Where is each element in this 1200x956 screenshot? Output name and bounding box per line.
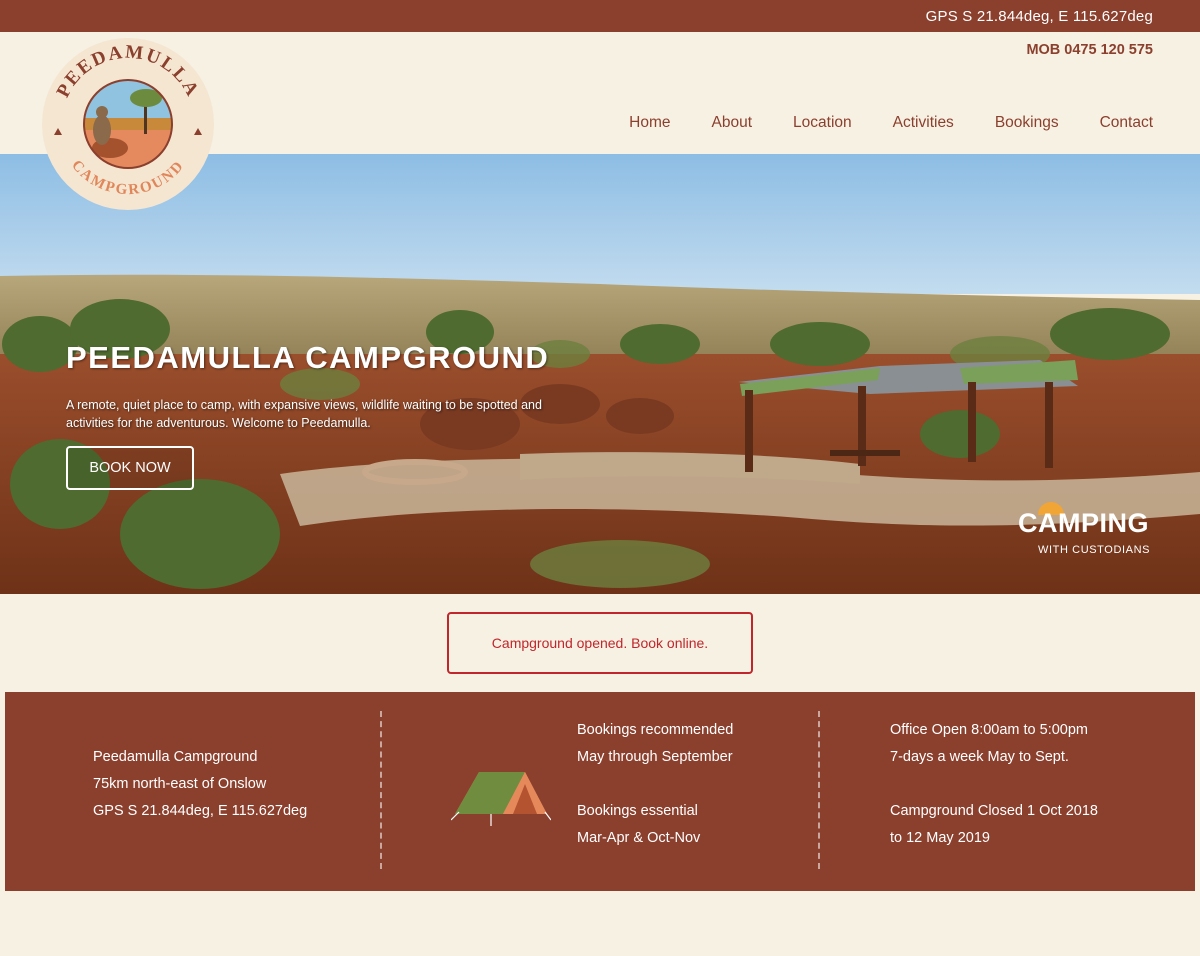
column-divider bbox=[380, 711, 382, 869]
book-now-button[interactable]: BOOK NOW bbox=[66, 446, 194, 490]
address-block: Peedamulla Campground 75km north-east of… bbox=[93, 744, 307, 825]
address-line: 75km north-east of Onslow bbox=[93, 776, 267, 792]
mobile-number[interactable]: MOB 0475 120 575 bbox=[1026, 42, 1153, 58]
badge-main-text: CAMPING bbox=[1018, 508, 1149, 538]
office-line: Office Open 8:00am to 5:00pm bbox=[890, 722, 1089, 738]
camping-with-custodians-badge[interactable]: CAMPING WITH CUSTODIANS bbox=[1016, 494, 1166, 560]
status-notice[interactable]: Campground opened. Book online. bbox=[447, 612, 753, 674]
nav-contact[interactable]: Contact bbox=[1100, 114, 1153, 132]
office-line: 7-days a week May to Sept. bbox=[890, 749, 1069, 765]
office-line: to 12 May 2019 bbox=[890, 830, 990, 846]
peedamulla-logo-emblem: PEEDAMULLA CAMPGROUND bbox=[42, 38, 214, 210]
top-bar: GPS S 21.844deg, E 115.627deg bbox=[0, 0, 1200, 32]
main-nav: Home About Location Activities Bookings … bbox=[629, 114, 1153, 132]
bookings-block: Bookings recommended May through Septemb… bbox=[577, 717, 733, 852]
hero-description: A remote, quiet place to camp, with expa… bbox=[66, 398, 542, 430]
site-logo[interactable]: PEEDAMULLA CAMPGROUND bbox=[40, 36, 216, 212]
address-line: GPS S 21.844deg, E 115.627deg bbox=[93, 803, 308, 819]
bookings-line bbox=[577, 771, 733, 798]
bookings-line: Bookings recommended bbox=[577, 722, 734, 738]
office-line: Campground Closed 1 Oct 2018 bbox=[890, 803, 1098, 819]
nav-activities[interactable]: Activities bbox=[893, 114, 954, 132]
bookings-line: May through September bbox=[577, 749, 733, 765]
hero-title: PEEDAMULLA CAMPGROUND bbox=[66, 340, 550, 375]
hero-banner: PEEDAMULLA CAMPGROUND A remote, quiet pl… bbox=[0, 154, 1200, 594]
nav-home[interactable]: Home bbox=[629, 114, 670, 132]
office-hours-block: Office Open 8:00am to 5:00pm 7-days a we… bbox=[890, 717, 1098, 852]
info-footer: Peedamulla Campground 75km north-east of… bbox=[5, 692, 1195, 891]
gps-coordinates: GPS S 21.844deg, E 115.627deg bbox=[925, 8, 1153, 25]
office-line bbox=[890, 771, 1098, 798]
nav-about[interactable]: About bbox=[712, 114, 753, 132]
column-divider bbox=[818, 711, 820, 869]
nav-location[interactable]: Location bbox=[793, 114, 852, 132]
nav-bookings[interactable]: Bookings bbox=[995, 114, 1059, 132]
tent-icon bbox=[451, 772, 551, 826]
bookings-line: Mar-Apr & Oct-Nov bbox=[577, 830, 701, 846]
address-line: Peedamulla Campground bbox=[93, 749, 258, 765]
badge-sub-text: WITH CUSTODIANS bbox=[1038, 544, 1151, 556]
bookings-line: Bookings essential bbox=[577, 803, 698, 819]
